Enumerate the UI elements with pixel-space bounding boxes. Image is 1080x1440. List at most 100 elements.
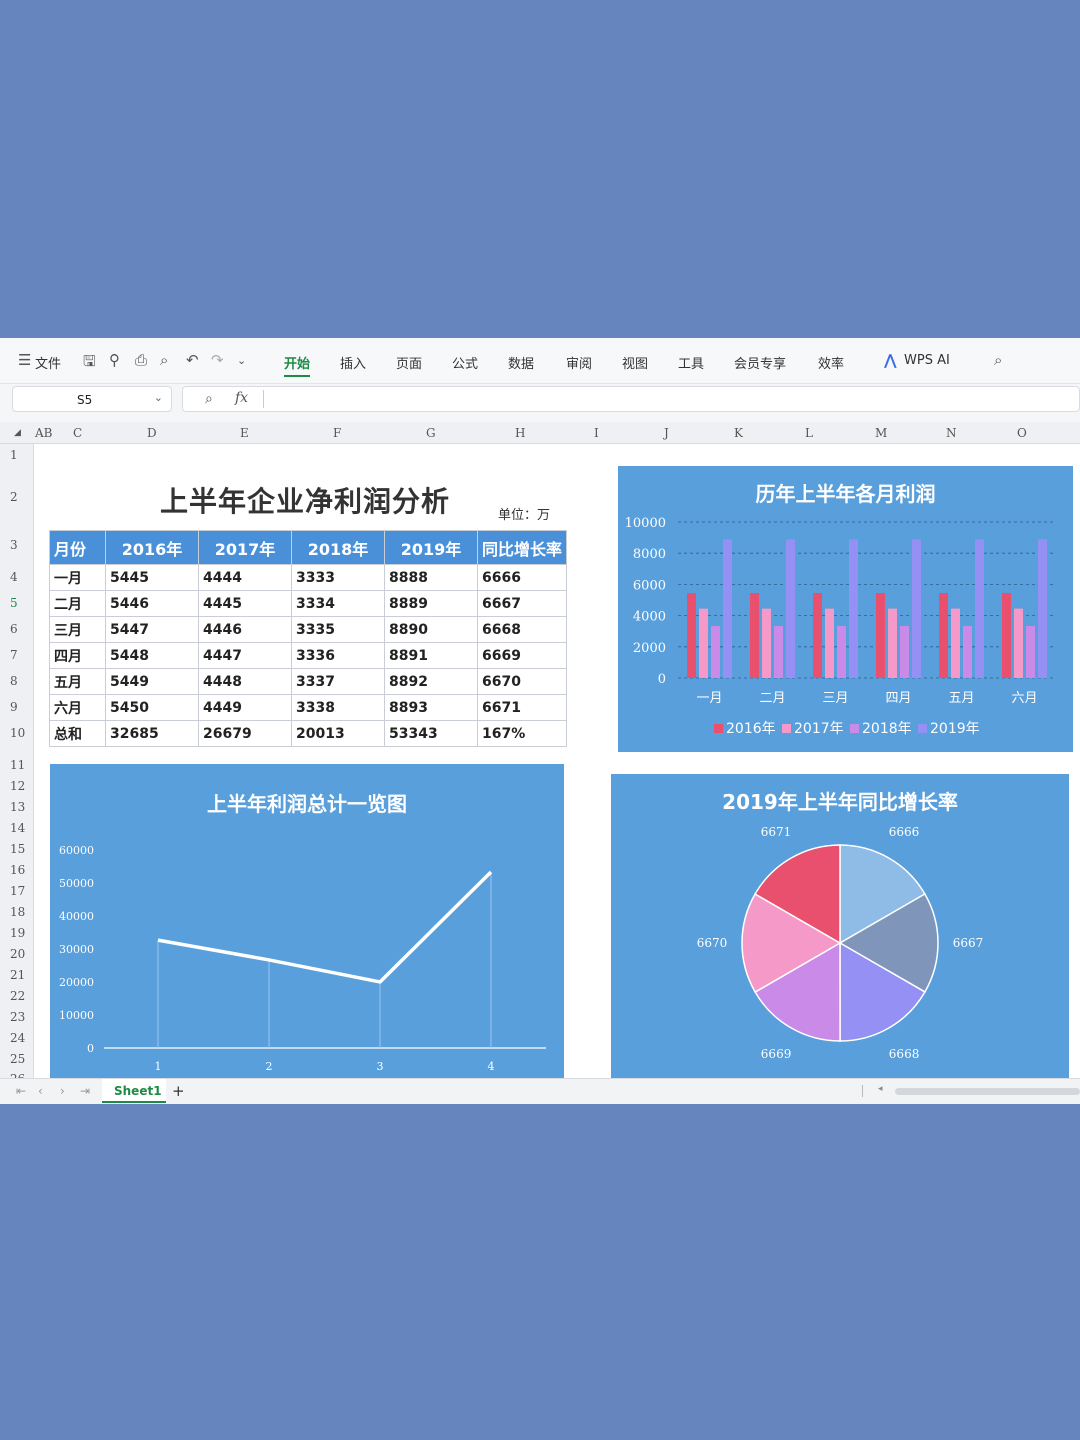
redo-icon[interactable]: ↷: [211, 351, 224, 369]
next-sheet-icon[interactable]: ›: [60, 1084, 65, 1098]
search-icon[interactable]: ⌕: [994, 351, 1002, 369]
col-header-cell[interactable]: C: [73, 426, 82, 440]
prev-sheet-icon[interactable]: ‹: [38, 1084, 43, 1098]
value-cell[interactable]: 3336: [291, 642, 385, 669]
save-icon[interactable]: 🖫: [83, 351, 96, 376]
row-header-cell[interactable]: 17: [10, 884, 25, 898]
value-cell[interactable]: 167%: [476, 720, 568, 747]
row-header-cell[interactable]: 14: [10, 821, 25, 835]
link-icon[interactable]: ⚲: [109, 351, 120, 369]
print-preview-icon[interactable]: ⌕: [160, 351, 168, 369]
col-header-cell[interactable]: F: [333, 426, 341, 440]
formula-input[interactable]: ⌕ fx: [182, 386, 1080, 412]
value-cell[interactable]: 8892: [384, 668, 478, 695]
row-header-cell[interactable]: 25: [10, 1052, 25, 1066]
undo-icon[interactable]: ↶: [186, 351, 199, 369]
col-header-cell[interactable]: H: [515, 426, 525, 440]
row-header-cell[interactable]: 5: [10, 596, 18, 610]
table-header-cell[interactable]: 2016年: [105, 530, 199, 565]
value-cell[interactable]: 6670: [476, 668, 568, 695]
value-cell[interactable]: 5449: [105, 668, 199, 695]
row-header-cell[interactable]: 6: [10, 622, 18, 636]
month-cell[interactable]: 五月: [49, 668, 106, 695]
tab-data[interactable]: 数据: [508, 353, 534, 372]
value-cell[interactable]: 20013: [291, 720, 385, 747]
row-header-cell[interactable]: 4: [10, 570, 18, 584]
value-cell[interactable]: 4445: [198, 590, 292, 617]
value-cell[interactable]: 26679: [198, 720, 292, 747]
tab-page[interactable]: 页面: [396, 353, 422, 372]
first-sheet-icon[interactable]: ⇤: [16, 1084, 26, 1098]
value-cell[interactable]: 8888: [384, 564, 478, 591]
value-cell[interactable]: 4448: [198, 668, 292, 695]
table-header-cell[interactable]: 2017年: [198, 530, 292, 565]
value-cell[interactable]: 6671: [476, 694, 568, 721]
tab-tools[interactable]: 工具: [678, 353, 704, 372]
tab-member[interactable]: 会员专享: [734, 353, 786, 372]
value-cell[interactable]: 4447: [198, 642, 292, 669]
value-cell[interactable]: 3334: [291, 590, 385, 617]
tab-insert[interactable]: 插入: [340, 353, 366, 372]
row-header-cell[interactable]: 16: [10, 863, 25, 877]
col-header-cell[interactable]: O: [1017, 426, 1027, 440]
row-header-cell[interactable]: 3: [10, 538, 18, 552]
value-cell[interactable]: 8890: [384, 616, 478, 643]
row-header-cell[interactable]: 21: [10, 968, 25, 982]
tab-home[interactable]: 开始: [284, 353, 311, 377]
row-header-cell[interactable]: 1: [10, 448, 18, 462]
name-box[interactable]: S5 ⌄: [12, 386, 172, 412]
zoom-icon[interactable]: ⌕: [205, 391, 213, 407]
value-cell[interactable]: 8889: [384, 590, 478, 617]
select-all-corner[interactable]: ◢: [14, 428, 21, 438]
menu-icon[interactable]: ☰: [18, 351, 31, 369]
chevron-down-icon[interactable]: ⌄: [237, 354, 246, 367]
pie-chart[interactable]: 2019年上半年同比增长率 6666 6667 6668 6669 6670 6671: [611, 774, 1069, 1078]
value-cell[interactable]: 8893: [384, 694, 478, 721]
month-cell[interactable]: 三月: [49, 616, 106, 643]
value-cell[interactable]: 6667: [476, 590, 568, 617]
value-cell[interactable]: 5448: [105, 642, 199, 669]
value-cell[interactable]: 8891: [384, 642, 478, 669]
row-header-cell[interactable]: 18: [10, 905, 25, 919]
wps-ai-button[interactable]: WPS AI: [904, 353, 950, 368]
col-header-cell[interactable]: M: [875, 426, 887, 440]
value-cell[interactable]: 4449: [198, 694, 292, 721]
table-header-cell[interactable]: 2018年: [291, 530, 385, 565]
month-cell[interactable]: 四月: [49, 642, 106, 669]
row-header-cell[interactable]: 12: [10, 779, 25, 793]
row-header-cell[interactable]: 19: [10, 926, 25, 940]
scroll-left-icon[interactable]: ◂: [878, 1084, 883, 1094]
print-icon[interactable]: ⎙: [135, 351, 147, 369]
value-cell[interactable]: 4446: [198, 616, 292, 643]
row-header-cell[interactable]: 22: [10, 989, 25, 1003]
month-cell[interactable]: 六月: [49, 694, 106, 721]
tab-efficiency[interactable]: 效率: [818, 353, 844, 372]
fx-icon[interactable]: fx: [235, 390, 248, 406]
row-header-cell[interactable]: 11: [10, 758, 25, 772]
value-cell[interactable]: 6669: [476, 642, 568, 669]
sheet-tab-label[interactable]: Sheet1: [114, 1084, 162, 1098]
row-header-cell[interactable]: 8: [10, 674, 18, 688]
month-cell[interactable]: 二月: [49, 590, 106, 617]
value-cell[interactable]: 5450: [105, 694, 199, 721]
row-header-cell[interactable]: 2: [10, 490, 18, 504]
line-chart[interactable]: 上半年利润总计一览图 0 10000 20000 30000 40000 50000 600…: [50, 764, 564, 1078]
value-cell[interactable]: 4444: [198, 564, 292, 591]
value-cell[interactable]: 3337: [291, 668, 385, 695]
last-sheet-icon[interactable]: ⇥: [80, 1084, 90, 1098]
value-cell[interactable]: 3333: [291, 564, 385, 591]
col-header-cell[interactable]: I: [594, 426, 599, 440]
table-header-cell[interactable]: 月份: [49, 530, 106, 565]
value-cell[interactable]: 3338: [291, 694, 385, 721]
file-menu[interactable]: 文件: [35, 353, 61, 372]
value-cell[interactable]: 5446: [105, 590, 199, 617]
col-header-cell[interactable]: AB: [35, 426, 52, 440]
table-header-cell[interactable]: 2019年: [384, 530, 478, 565]
col-header-cell[interactable]: J: [664, 426, 669, 440]
col-header-cell[interactable]: E: [240, 426, 249, 440]
table-header-cell[interactable]: 同比增长率: [476, 530, 568, 565]
value-cell[interactable]: 53343: [384, 720, 478, 747]
value-cell[interactable]: 6668: [476, 616, 568, 643]
tab-review[interactable]: 审阅: [566, 353, 592, 372]
col-header-cell[interactable]: N: [946, 426, 957, 440]
